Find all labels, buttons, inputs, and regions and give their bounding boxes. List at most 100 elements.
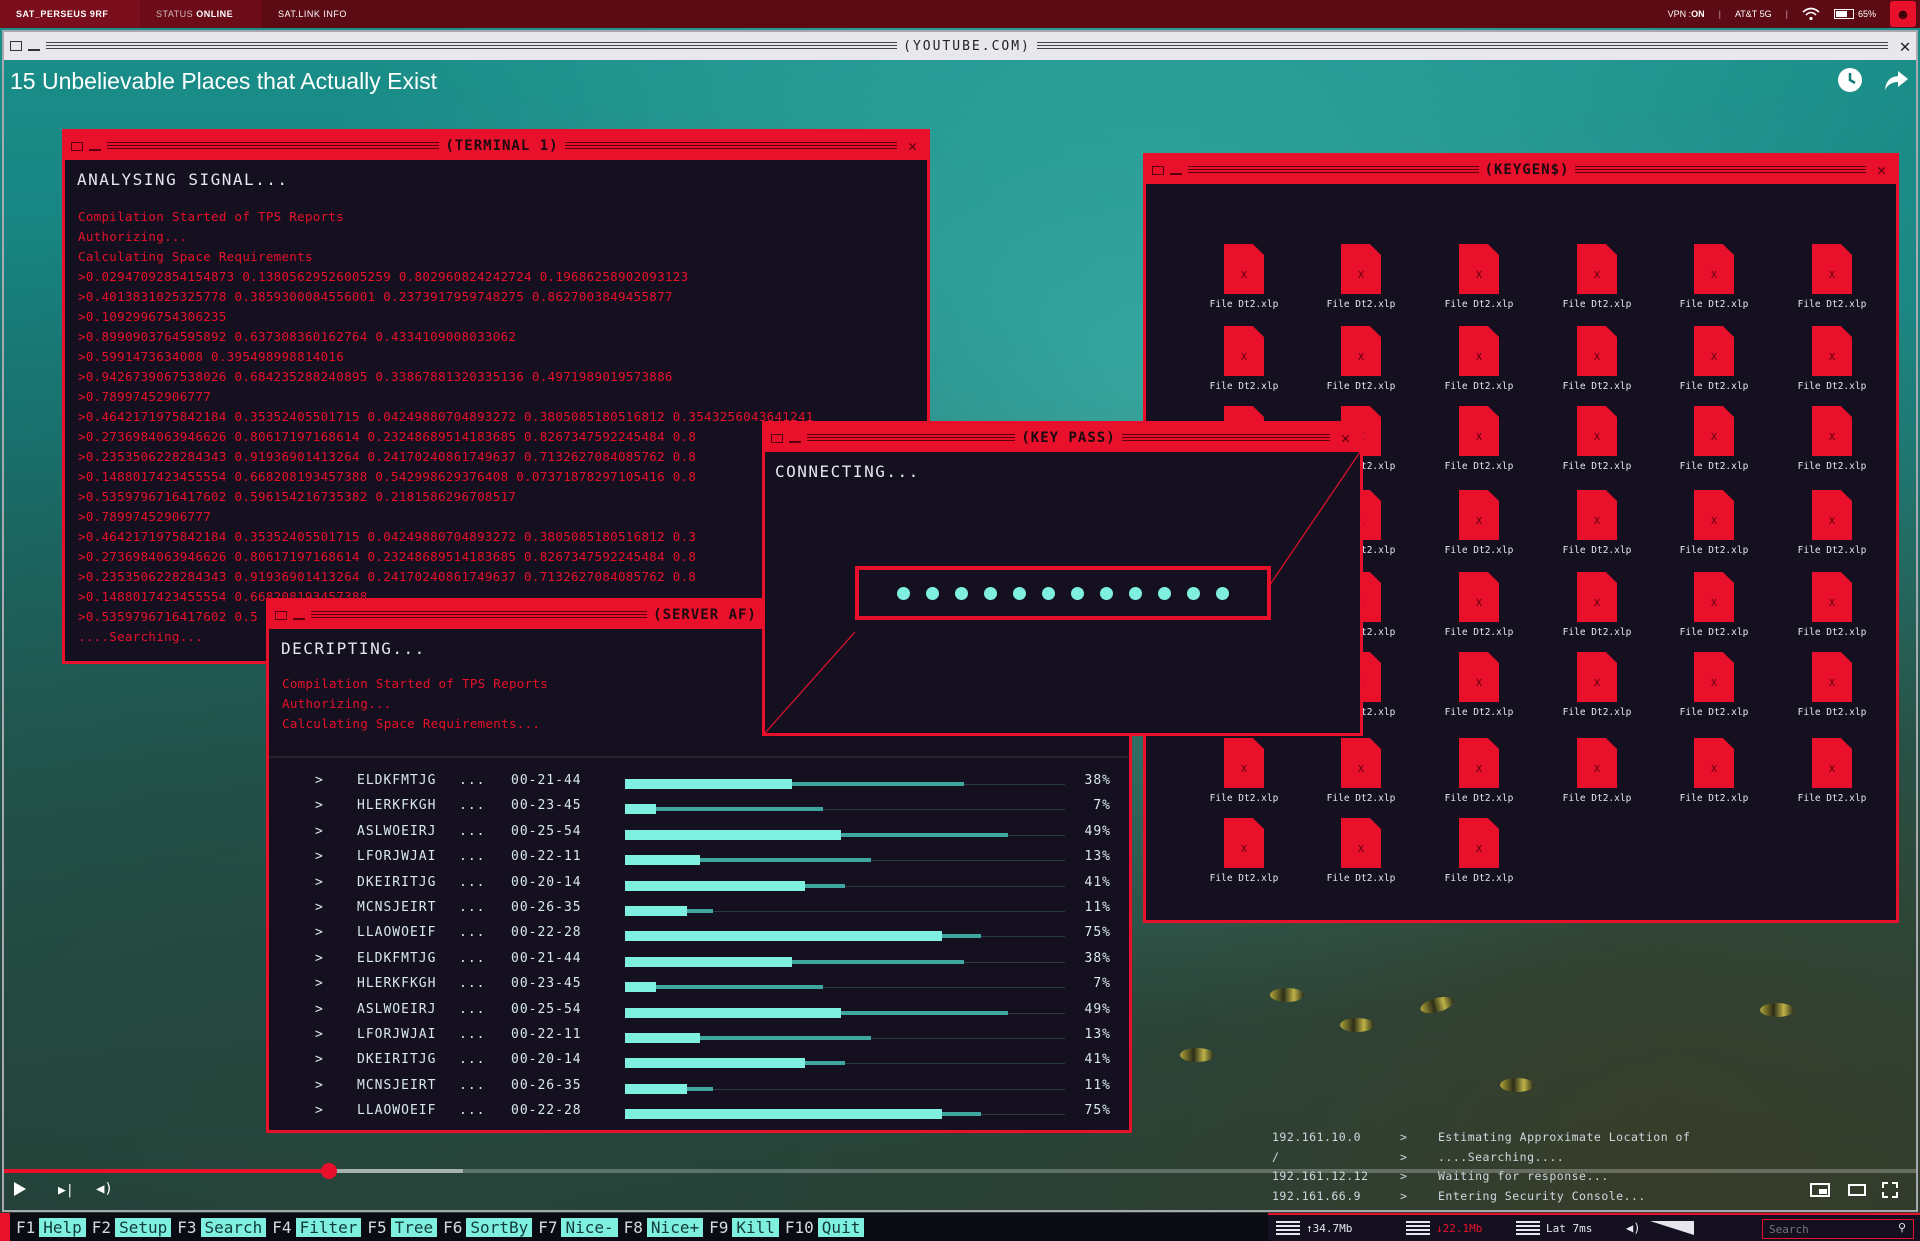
close-icon[interactable]: ✕ [903, 137, 923, 155]
file-icon[interactable]: X File Dt2.xlp [1194, 244, 1294, 310]
satlink-info[interactable]: SAT.LINK INFO [262, 0, 402, 28]
fkey-sortby-button[interactable]: SortBy [466, 1217, 533, 1237]
file-icon[interactable]: X File Dt2.xlp [1664, 652, 1764, 718]
file-icon[interactable]: X File Dt2.xlp [1664, 326, 1764, 392]
file-icon[interactable]: X File Dt2.xlp [1547, 244, 1647, 310]
wifi-icon[interactable] [1802, 7, 1820, 21]
process-row[interactable]: > LLAOWOEIF... 00-22-28 75% [269, 1103, 1129, 1123]
volume-level[interactable] [1650, 1221, 1695, 1235]
file-icon[interactable]: X File Dt2.xlp [1194, 738, 1294, 804]
file-icon[interactable]: X File Dt2.xlp [1782, 406, 1882, 472]
file-icon[interactable]: X File Dt2.xlp [1547, 490, 1647, 556]
file-icon[interactable]: X File Dt2.xlp [1547, 652, 1647, 718]
fkey-setup-button[interactable]: Setup [115, 1217, 172, 1237]
process-row[interactable]: > ELDKFMTJG... 00-21-44 38% [269, 773, 1129, 793]
separator: | [1718, 9, 1721, 19]
search-icon[interactable]: ⚲ [1898, 1221, 1906, 1234]
fkey-search-button[interactable]: Search [200, 1217, 267, 1237]
window-restore-icon[interactable] [71, 141, 83, 151]
file-label: File Dt2.xlp [1562, 707, 1632, 718]
file-icon[interactable]: X File Dt2.xlp [1782, 572, 1882, 638]
process-row[interactable]: > DKEIRITJG... 00-20-14 41% [269, 875, 1129, 895]
process-row[interactable]: > LFORJWJAI... 00-22-11 13% [269, 849, 1129, 869]
file-icon[interactable]: X File Dt2.xlp [1194, 818, 1294, 884]
speaker-icon[interactable]: ◀) [1626, 1221, 1640, 1235]
alien-avatar-icon[interactable]: ☻ [1890, 1, 1916, 27]
fullscreen-icon[interactable] [1882, 1182, 1898, 1198]
progress-rail [871, 1038, 1065, 1039]
next-icon[interactable]: ▶| [58, 1183, 74, 1198]
chevron-right-icon: > [315, 950, 324, 966]
process-row[interactable]: > ELDKFMTJG... 00-21-44 38% [269, 951, 1129, 971]
file-icon[interactable]: X File Dt2.xlp [1194, 326, 1294, 392]
file-icon[interactable]: X File Dt2.xlp [1429, 572, 1529, 638]
file-icon[interactable]: X File Dt2.xlp [1311, 326, 1411, 392]
download-rate: ↓22.1Mb [1436, 1221, 1483, 1235]
terminal-title-bar[interactable]: (TERMINAL 1) ✕ [65, 132, 927, 160]
volume-icon[interactable]: ◀) [96, 1181, 113, 1197]
file-icon[interactable]: X File Dt2.xlp [1429, 818, 1529, 884]
file-icon[interactable]: X File Dt2.xlp [1664, 738, 1764, 804]
window-minimize-icon[interactable] [293, 617, 305, 620]
search-input[interactable] [1762, 1219, 1914, 1239]
file-icon[interactable]: X File Dt2.xlp [1547, 406, 1647, 472]
window-restore-icon[interactable] [771, 433, 783, 443]
process-row[interactable]: > HLERKFKGH... 00-23-45 7% [269, 976, 1129, 996]
fkey-quit-button[interactable]: Quit [817, 1217, 865, 1237]
close-icon[interactable]: ✕ [1894, 36, 1916, 57]
window-restore-icon[interactable] [10, 41, 22, 51]
file-icon[interactable]: X File Dt2.xlp [1547, 326, 1647, 392]
play-icon[interactable] [14, 1182, 26, 1196]
keypass-title-bar[interactable]: (KEY PASS) ✕ [765, 424, 1360, 452]
process-row[interactable]: > MCNSJEIRT... 00-26-35 11% [269, 1078, 1129, 1098]
file-icon[interactable]: X File Dt2.xlp [1429, 244, 1529, 310]
keypass-window[interactable]: (KEY PASS) ✕ CONNECTING... [762, 421, 1363, 736]
video-scrubber-handle[interactable] [321, 1163, 338, 1179]
vpn-indicator[interactable]: VPN :ON [1668, 9, 1705, 19]
file-icon[interactable]: X File Dt2.xlp [1429, 406, 1529, 472]
window-minimize-icon[interactable] [789, 440, 801, 443]
file-icon[interactable]: X File Dt2.xlp [1429, 326, 1529, 392]
process-row[interactable]: > ASLWOEIRJ... 00-25-54 49% [269, 824, 1129, 844]
file-icon[interactable]: X File Dt2.xlp [1664, 572, 1764, 638]
file-icon[interactable]: X File Dt2.xlp [1782, 738, 1882, 804]
file-icon[interactable]: X File Dt2.xlp [1429, 738, 1529, 804]
process-row[interactable]: > LFORJWJAI... 00-22-11 13% [269, 1027, 1129, 1047]
document-icon: X [1459, 406, 1499, 456]
watch-later-clock-icon[interactable] [1836, 66, 1864, 94]
process-row[interactable]: > MCNSJEIRT... 00-26-35 11% [269, 900, 1129, 920]
fkey-nice-button[interactable]: Nice+ [646, 1217, 704, 1237]
file-icon[interactable]: X File Dt2.xlp [1664, 406, 1764, 472]
miniplayer-icon[interactable] [1810, 1183, 1830, 1197]
file-icon[interactable]: X File Dt2.xlp [1429, 490, 1529, 556]
fkey-help-button[interactable]: Help [39, 1217, 86, 1237]
theater-mode-icon[interactable] [1848, 1184, 1866, 1196]
window-minimize-icon[interactable] [89, 148, 101, 151]
file-icon[interactable]: X File Dt2.xlp [1547, 738, 1647, 804]
file-icon[interactable]: X File Dt2.xlp [1311, 244, 1411, 310]
file-icon[interactable]: X File Dt2.xlp [1311, 738, 1411, 804]
file-icon[interactable]: X File Dt2.xlp [1782, 490, 1882, 556]
file-icon[interactable]: X File Dt2.xlp [1429, 652, 1529, 718]
process-row[interactable]: > ASLWOEIRJ... 00-25-54 49% [269, 1002, 1129, 1022]
process-row[interactable]: > DKEIRITJG... 00-20-14 41% [269, 1052, 1129, 1072]
window-minimize-icon[interactable] [28, 47, 40, 51]
process-row[interactable]: > LLAOWOEIF... 00-22-28 75% [269, 925, 1129, 945]
file-icon[interactable]: X File Dt2.xlp [1782, 244, 1882, 310]
password-field[interactable] [855, 566, 1271, 620]
file-icon[interactable]: X File Dt2.xlp [1547, 572, 1647, 638]
fkey-tree-button[interactable]: Tree [390, 1217, 438, 1237]
file-icon[interactable]: X File Dt2.xlp [1311, 818, 1411, 884]
fkey-nice-button[interactable]: Nice- [561, 1217, 618, 1237]
file-icon[interactable]: X File Dt2.xlp [1782, 326, 1882, 392]
fkey-filter-button[interactable]: Filter [295, 1217, 362, 1237]
file-icon[interactable]: X File Dt2.xlp [1664, 490, 1764, 556]
window-restore-icon[interactable] [275, 610, 287, 620]
close-icon[interactable]: ✕ [1336, 429, 1356, 447]
share-arrow-icon[interactable] [1882, 66, 1910, 94]
file-icon[interactable]: X File Dt2.xlp [1782, 652, 1882, 718]
fkey-kill-button[interactable]: Kill [732, 1217, 779, 1237]
process-row[interactable]: > HLERKFKGH... 00-23-45 7% [269, 798, 1129, 818]
battery-indicator[interactable]: 65% [1833, 9, 1876, 19]
file-icon[interactable]: X File Dt2.xlp [1664, 244, 1764, 310]
